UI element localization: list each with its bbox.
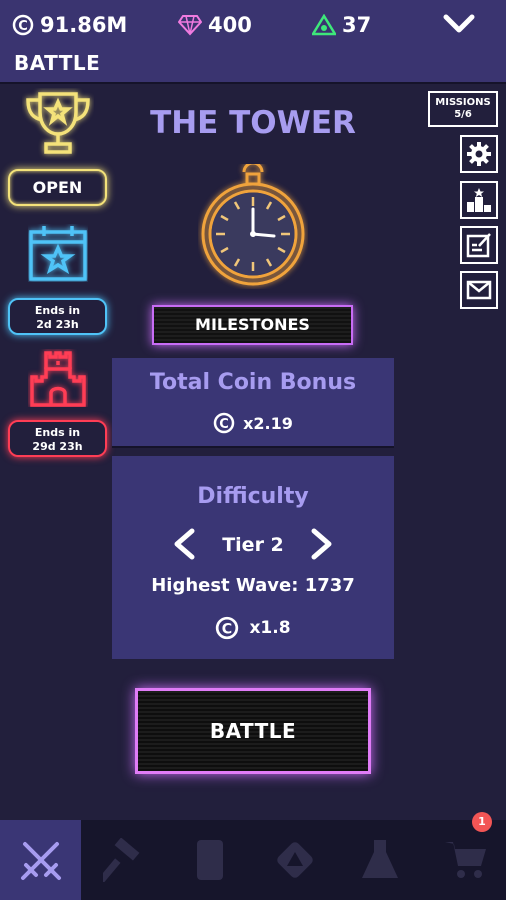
coin-amount: 91.86M <box>40 13 128 37</box>
nav-modules[interactable] <box>254 820 335 900</box>
mail-button[interactable] <box>460 271 498 309</box>
svg-text:C: C <box>222 621 232 637</box>
notepad-icon <box>466 233 491 258</box>
nav-cards[interactable] <box>169 820 250 900</box>
cart-icon <box>444 842 486 878</box>
tier-next-button[interactable] <box>308 528 336 560</box>
gem-amount: 400 <box>208 13 252 37</box>
event-timer-label: Ends in <box>34 304 81 317</box>
coin-bonus-row: C x2.19 <box>112 412 394 434</box>
collapse-button[interactable] <box>443 12 475 38</box>
screen-title: BATTLE <box>14 51 101 75</box>
crossed-swords-icon <box>20 842 61 880</box>
nav-shop[interactable] <box>425 820 506 900</box>
leaderboard-icon <box>467 188 491 212</box>
nav-battle[interactable] <box>0 820 81 900</box>
leaderboard-button[interactable] <box>460 181 498 219</box>
difficulty-title: Difficulty <box>197 484 309 509</box>
battle-button[interactable]: BATTLE <box>135 688 371 774</box>
settings-button[interactable] <box>460 135 498 173</box>
flask-icon <box>361 840 398 878</box>
coin-bonus-value: x2.19 <box>243 413 293 433</box>
medal-amount: 37 <box>342 13 372 37</box>
coin-icon: C <box>213 412 235 434</box>
highest-wave: Highest Wave: 1737 <box>151 575 355 596</box>
gear-icon <box>467 142 491 166</box>
gem-icon <box>178 15 202 36</box>
hammer-icon <box>102 838 139 882</box>
coin-icon: C <box>12 14 34 36</box>
top-bar: C 91.86M 400 37 BATTLE <box>0 0 506 84</box>
nav-workshop[interactable] <box>84 820 165 900</box>
card-icon <box>196 840 223 880</box>
castle-icon[interactable] <box>28 349 88 407</box>
event-timer-value: 2d 23h <box>36 318 79 331</box>
gem-counter: 400 <box>178 12 252 38</box>
tier-label: Tier 2 <box>222 534 284 556</box>
triangle-icon <box>276 842 313 878</box>
coin-icon: C <box>216 616 239 640</box>
medal-counter: 37 <box>312 12 371 38</box>
castle-timer[interactable]: Ends in 29d 23h <box>8 420 107 457</box>
triangle-medal-icon <box>312 14 336 36</box>
tournament-open-button[interactable]: OPEN <box>8 169 107 206</box>
bottom-nav <box>0 820 506 900</box>
calendar-star-icon[interactable] <box>28 224 88 282</box>
chevron-right-icon <box>311 528 332 560</box>
event-timer[interactable]: Ends in 2d 23h <box>8 298 107 335</box>
missions-button[interactable]: MISSIONS 5/6 <box>428 91 498 127</box>
coin-bonus-title: Total Coin Bonus <box>149 370 357 395</box>
difficulty-panel: Difficulty Tier 2 Highest Wave: 1737 C x… <box>112 456 394 659</box>
nav-labs[interactable] <box>339 820 420 900</box>
notes-button[interactable] <box>460 226 498 264</box>
coin-counter: C 91.86M <box>12 12 127 38</box>
castle-timer-label: Ends in <box>34 426 81 439</box>
pocket-watch-icon <box>198 161 308 289</box>
difficulty-multiplier-row: C x1.8 <box>112 616 394 640</box>
missions-progress: 5/6 <box>454 109 472 120</box>
svg-text:C: C <box>219 417 229 432</box>
milestones-button[interactable]: MILESTONES <box>152 305 353 345</box>
shop-notification-badge: 1 <box>472 812 492 832</box>
difficulty-multiplier: x1.8 <box>249 618 291 638</box>
page-title: THE TOWER <box>150 105 356 141</box>
chevron-down-icon <box>443 14 475 33</box>
trophy-icon[interactable] <box>22 88 94 160</box>
missions-label: MISSIONS <box>435 97 491 108</box>
castle-timer-value: 29d 23h <box>32 440 83 453</box>
coin-bonus-panel: Total Coin Bonus C x2.19 <box>112 358 394 448</box>
svg-text:C: C <box>18 19 28 34</box>
mail-icon <box>466 280 492 300</box>
